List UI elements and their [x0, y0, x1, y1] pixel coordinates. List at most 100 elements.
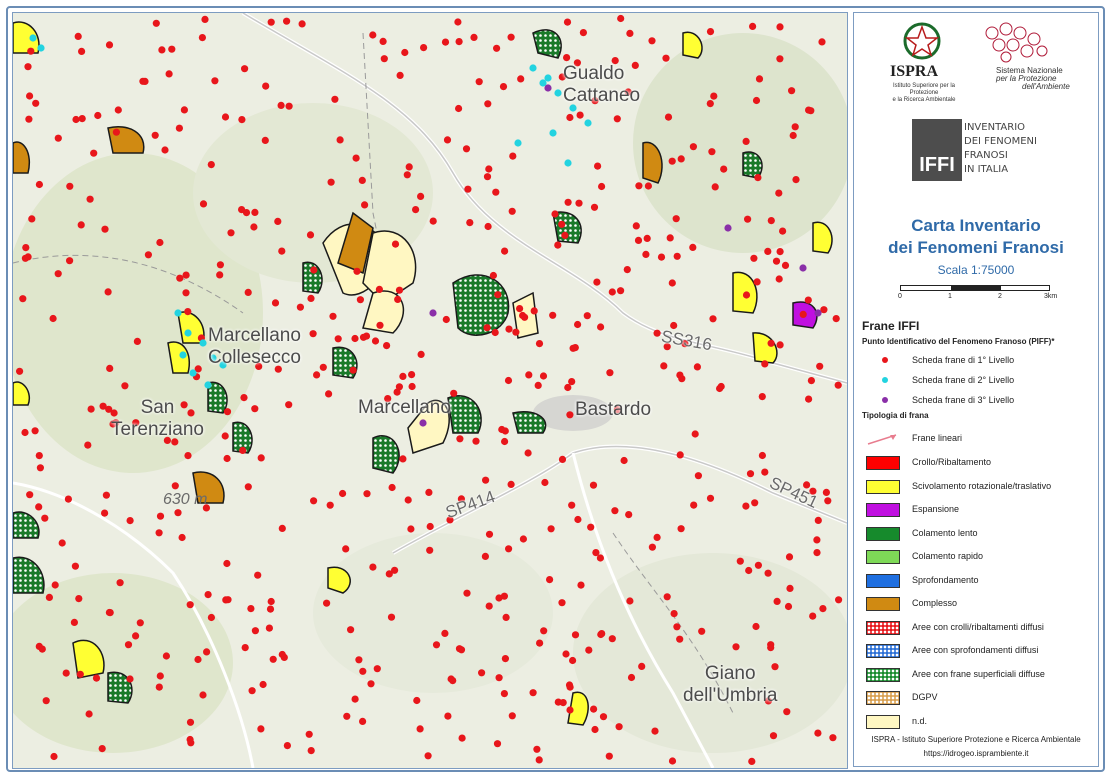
piff-level-1	[566, 706, 574, 714]
piff-level-3	[724, 224, 732, 232]
piff-level-1	[676, 635, 684, 643]
piff-level-1	[508, 207, 516, 215]
piff-level-1	[626, 29, 634, 37]
piff-level-1	[391, 240, 400, 248]
piff-level-1	[657, 253, 666, 261]
piff-level-1	[530, 307, 538, 315]
piff-level-1	[248, 687, 256, 695]
piff-level-1	[751, 499, 759, 507]
legend-point-label: Scheda frane di 1° Livello	[912, 355, 1015, 365]
map-view[interactable]: Gualdo Cattaneo Marcellano Collesecco Sa…	[12, 12, 848, 769]
piff-level-1	[325, 390, 333, 398]
piff-level-1	[72, 115, 80, 124]
snpa-text: Sistema Nazionale per la Protezione dell…	[996, 67, 1070, 91]
tipologia-heading: Tipologia di frana	[862, 411, 929, 420]
piff-level-1	[753, 278, 761, 286]
piff-level-1	[223, 408, 232, 416]
piff-level-1	[174, 509, 182, 517]
piff-level-1	[481, 552, 489, 561]
footer-line-2: https://idrogeo.isprambiente.it	[923, 749, 1029, 758]
piff-level-1	[499, 83, 508, 91]
cyan-dot-icon	[882, 377, 888, 383]
legend-type-label: Colamento lento	[912, 527, 978, 538]
piff-level-1	[186, 718, 195, 726]
piff-level-1	[449, 677, 457, 685]
piff-level-1	[313, 371, 321, 379]
piff-level-1	[156, 672, 164, 680]
piff-level-1	[668, 157, 676, 165]
italy-emblem-icon	[903, 22, 941, 60]
piff-level-1	[454, 18, 462, 26]
piff-level-1	[501, 427, 509, 435]
piff-level-1	[310, 497, 318, 505]
piff-level-1	[207, 161, 215, 169]
piff-level-1	[653, 533, 661, 542]
piff-level-1	[804, 296, 812, 304]
piff-level-1	[642, 250, 650, 258]
linear-arrow-icon	[867, 434, 897, 445]
piff-level-1	[151, 131, 159, 139]
piff-level-1	[617, 14, 625, 23]
map-canvas[interactable]	[13, 13, 847, 768]
piff-level-1	[663, 593, 671, 601]
piff-level-1	[775, 275, 783, 283]
piff-level-1	[349, 366, 357, 374]
piff-level-1	[267, 18, 275, 26]
piff-level-1	[559, 699, 567, 707]
piff-level-1	[86, 195, 94, 203]
piff-level-1	[388, 483, 396, 492]
piff-level-1	[87, 405, 95, 413]
piff-level-1	[594, 162, 602, 170]
piff-level-1	[78, 47, 86, 56]
piff-level-1	[28, 215, 36, 223]
piff-level-1	[244, 288, 252, 296]
piff-level-1	[485, 602, 493, 610]
piff-level-1	[74, 32, 82, 40]
piff-level-1	[566, 411, 574, 419]
piff-level-1	[216, 261, 224, 269]
piff-level-1	[369, 563, 377, 571]
piff-level-1	[21, 428, 29, 437]
piff-level-1	[161, 146, 169, 154]
piff-level-1	[563, 18, 572, 26]
legend-type-label: DGPV	[912, 692, 938, 702]
piff-level-1	[176, 274, 184, 282]
piff-level-1	[22, 244, 30, 252]
piff-level-1	[483, 324, 491, 332]
piff-level-1	[750, 254, 758, 262]
piff-level-1	[187, 739, 195, 747]
piff-level-1	[371, 337, 380, 345]
piff-level-1	[761, 468, 769, 476]
piff-level-1	[104, 288, 112, 296]
piff-level-1	[660, 362, 668, 370]
piff-level-1	[505, 545, 513, 553]
piff-level-1	[517, 75, 525, 83]
piff-level-1	[277, 101, 285, 109]
piff-level-1	[711, 183, 719, 191]
place-marcellano-collesecco: Marcellano Collesecco	[208, 325, 301, 368]
piff-level-1	[662, 54, 670, 62]
piff-level-1	[399, 455, 407, 463]
legend-type-label: Aree con sprofondamenti diffusi	[912, 645, 1039, 655]
piff-level-1	[259, 680, 267, 689]
piff-level-1	[444, 712, 452, 720]
piff-level-1	[426, 546, 434, 554]
piff-level-1	[694, 472, 703, 480]
piff-level-1	[266, 605, 275, 613]
piff-level-1	[598, 182, 606, 191]
piff-level-1	[407, 525, 415, 533]
piff-level-1	[799, 310, 807, 318]
piff-level-1	[182, 289, 190, 297]
piff-level-1	[355, 656, 363, 664]
piff-level-1	[27, 47, 35, 55]
piff-level-1	[66, 257, 74, 265]
piff-level-1	[155, 683, 163, 691]
piff-level-1	[563, 54, 571, 62]
piff-level-1	[124, 641, 133, 649]
piff-level-1	[323, 599, 331, 607]
piff-level-1	[623, 266, 631, 274]
piff-level-1	[585, 646, 593, 654]
piff-level-1	[38, 645, 46, 653]
piff-level-1	[593, 278, 601, 286]
legend-type-label: Sprofondamento	[912, 574, 979, 585]
